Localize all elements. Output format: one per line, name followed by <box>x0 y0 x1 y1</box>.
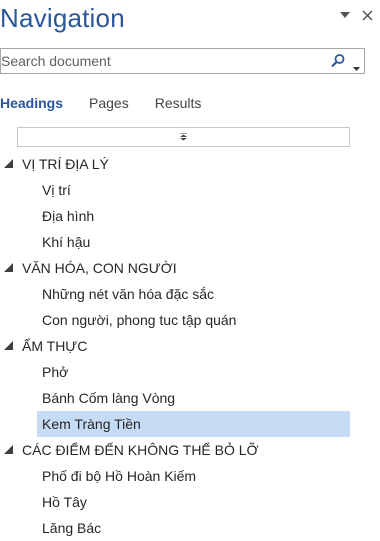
heading-label: CÁC ĐIỂM ĐẾN KHÔNG THỂ BỎ LỠ <box>22 442 259 458</box>
subheading-label: Kem Tràng Tiền <box>42 416 141 432</box>
collapse-triangle-icon <box>4 341 13 350</box>
tab-headings[interactable]: Headings <box>0 95 63 111</box>
heading-item[interactable]: CÁC ĐIỂM ĐẾN KHÔNG THỂ BỎ LỠ <box>0 437 380 463</box>
heading-item[interactable]: VỊ TRÍ ĐỊA LÝ <box>0 151 380 177</box>
subheading-label: Phố đi bộ Hồ Hoàn Kiếm <box>42 468 197 484</box>
heading-label: VĂN HÓA, CON NGƯỜI <box>22 260 177 276</box>
subheading-label: Phở <box>42 364 69 380</box>
subheading-label: Lăng Bác <box>42 520 102 536</box>
subheading-item[interactable]: Hồ Tây <box>0 489 380 515</box>
chevron-down-icon <box>353 67 360 71</box>
subheading-label: Con người, phong tuc tập quán <box>42 312 237 328</box>
search-icon <box>331 54 345 68</box>
subheading-item[interactable]: Phố đi bộ Hồ Hoàn Kiếm <box>0 463 380 489</box>
chevron-down-icon <box>340 12 350 18</box>
subheading-label: Vị trí <box>42 182 71 198</box>
subheading-label: Bánh Cốm làng Vòng <box>42 390 176 406</box>
subheading-label: Những nét văn hóa đặc sắc <box>42 286 215 302</box>
collapse-all-button[interactable] <box>17 127 350 147</box>
subheading-item[interactable]: Khí hậu <box>0 229 380 255</box>
view-tabs: Headings Pages Results <box>0 95 227 111</box>
search-input[interactable] <box>1 49 321 73</box>
collapse-triangle-icon <box>4 445 13 454</box>
subheading-item[interactable]: Bánh Cốm làng Vòng <box>0 385 380 411</box>
tab-pages[interactable]: Pages <box>89 95 129 111</box>
subheading-item[interactable]: Con người, phong tuc tập quán <box>0 307 380 333</box>
search-options-button[interactable] <box>353 58 360 76</box>
subheading-item[interactable]: Vị trí <box>0 177 380 203</box>
collapse-triangle-icon <box>4 263 13 272</box>
heading-item[interactable]: VĂN HÓA, CON NGƯỜI <box>0 255 380 281</box>
subheading-item[interactable]: Địa hình <box>0 203 380 229</box>
subheading-item[interactable]: Phở <box>0 359 380 385</box>
subheading-item[interactable]: Những nét văn hóa đặc sắc <box>0 281 380 307</box>
subheading-label: Khí hậu <box>42 234 91 250</box>
heading-label: ẨM THỰC <box>22 338 88 354</box>
subheading-label: Hồ Tây <box>42 494 87 510</box>
pane-options-button[interactable] <box>338 8 352 22</box>
search-button[interactable] <box>330 53 346 69</box>
close-icon <box>361 9 373 21</box>
subheading-item[interactable]: Lăng Bác <box>0 515 380 541</box>
subheading-item-selected[interactable]: Kem Tràng Tiền <box>0 411 380 437</box>
collapse-triangle-icon <box>4 159 13 168</box>
headings-tree: VỊ TRÍ ĐỊA LÝ Vị trí Địa hình Khí hậu VĂ… <box>0 151 380 541</box>
tab-results[interactable]: Results <box>155 95 202 111</box>
pane-title: Navigation <box>0 3 125 33</box>
subheading-label: Địa hình <box>42 208 95 224</box>
search-box <box>0 48 365 74</box>
heading-item[interactable]: ẨM THỰC <box>0 333 380 359</box>
heading-label: VỊ TRÍ ĐỊA LÝ <box>22 156 109 172</box>
collapse-icon <box>180 133 187 141</box>
pane-controls <box>338 8 374 22</box>
close-button[interactable] <box>360 8 374 22</box>
